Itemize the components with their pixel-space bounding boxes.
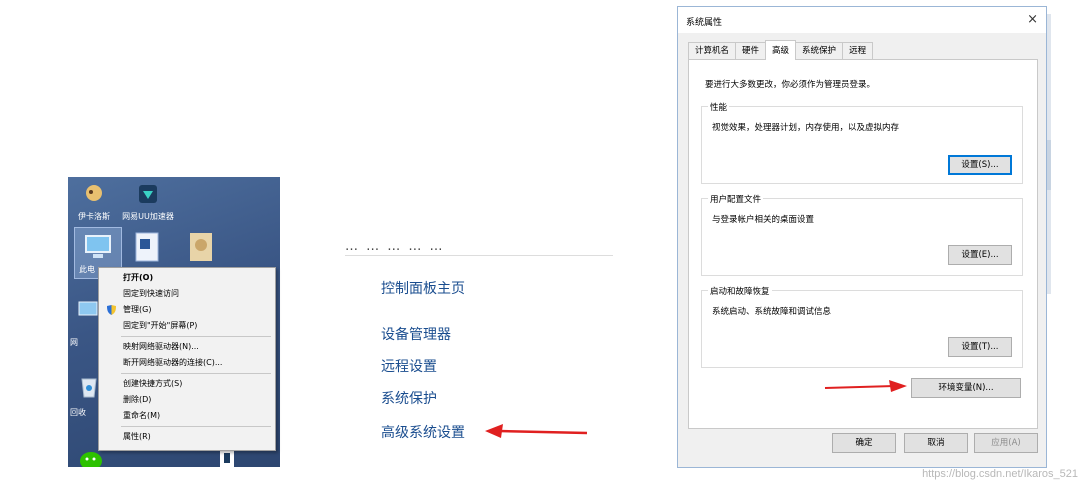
cropped-header-text: … … … … …: [345, 232, 613, 256]
menu-item-label: 管理(G): [123, 305, 152, 314]
tab-strip: 计算机名 硬件 高级 系统保护 远程: [688, 40, 874, 60]
group-description: 视觉效果，处理器计划，内存使用，以及虚拟内存: [712, 123, 900, 133]
menu-separator: [121, 426, 271, 427]
ikaros-app-icon: [86, 185, 102, 201]
performance-group: 性能 视觉效果，处理器计划，内存使用，以及虚拟内存 设置(S)...: [701, 101, 1023, 184]
monitor-icon: [85, 235, 111, 253]
menu-item-label: 映射网络驱动器(N)...: [123, 342, 199, 351]
ok-button[interactable]: 确定: [832, 433, 896, 453]
startup-recovery-settings-button[interactable]: 设置(T)...: [948, 337, 1012, 357]
watermark-text: https://blog.csdn.net/Ikaros_521: [922, 468, 1078, 480]
this-pc-label: 此电: [79, 265, 95, 274]
image-file-icon[interactable]: [188, 231, 216, 263]
red-arrow-left-icon: [485, 424, 588, 438]
uu-booster-icon: [139, 185, 157, 203]
desktop-icon-uu-booster[interactable]: 网易UU加速器: [122, 183, 174, 222]
context-menu-item[interactable]: 固定到快速访问: [99, 286, 275, 302]
performance-settings-button[interactable]: 设置(S)...: [948, 155, 1012, 175]
tab-computer-name[interactable]: 计算机名: [688, 42, 737, 60]
menu-item-label: 固定到"开始"屏幕(P): [123, 321, 198, 330]
menu-item-label: 删除(D): [123, 395, 152, 404]
group-title: 性能: [708, 101, 730, 113]
shield-icon: [107, 305, 116, 315]
user-profiles-group: 用户配置文件 与登录帐户相关的桌面设置 设置(E)...: [701, 193, 1023, 276]
desktop-icon-label: 网易UU加速器: [122, 212, 174, 221]
menu-item-label: 属性(R): [123, 432, 151, 441]
menu-separator: [121, 373, 271, 374]
control-panel-home-link[interactable]: 控制面板主页: [381, 278, 465, 298]
menu-item-label: 创建快捷方式(S): [123, 379, 183, 388]
context-menu-item[interactable]: 属性(R): [99, 429, 275, 445]
context-menu-item[interactable]: 映射网络驱动器(N)...: [99, 339, 275, 355]
context-menu: 打开(O) 固定到快速访问 管理(G) 固定到"开始"屏幕(P) 映射网络驱动器(N).…: [98, 267, 276, 451]
system-protection-link[interactable]: 系统保护: [381, 388, 437, 408]
context-menu-item[interactable]: 断开网络驱动器的连接(C)...: [99, 355, 275, 371]
apply-button[interactable]: 应用(A): [974, 433, 1038, 453]
menu-item-label: 重命名(M): [123, 411, 161, 420]
file-icon[interactable]: [218, 449, 238, 467]
red-arrow-right-icon: [824, 380, 907, 392]
group-description: 系统启动、系统故障和调试信息: [712, 307, 832, 317]
context-menu-item[interactable]: 删除(D): [99, 392, 275, 408]
advanced-system-settings-link[interactable]: 高级系统设置: [381, 422, 465, 442]
menu-item-label: 断开网络驱动器的连接(C)...: [123, 358, 223, 367]
system-properties-dialog: 系统属性 × 计算机名 硬件 高级 系统保护 远程 要进行大多数更改，你必须作为…: [677, 6, 1047, 468]
environment-variables-button[interactable]: 环境变量(N)...: [911, 378, 1021, 398]
group-description: 与登录帐户相关的桌面设置: [712, 215, 815, 225]
dialog-title: 系统属性: [686, 18, 723, 28]
remote-settings-link[interactable]: 远程设置: [381, 356, 437, 376]
cancel-button[interactable]: 取消: [904, 433, 968, 453]
context-menu-item[interactable]: 管理(G): [99, 302, 275, 318]
recycle-bin-icon[interactable]: [78, 373, 100, 399]
menu-item-label: 打开(O): [123, 273, 154, 282]
context-menu-item[interactable]: 创建快捷方式(S): [99, 376, 275, 392]
tab-hardware[interactable]: 硬件: [735, 42, 767, 60]
desktop-icon-ikaros[interactable]: 伊卡洛斯: [68, 183, 120, 222]
user-profiles-settings-button[interactable]: 设置(E)...: [948, 245, 1012, 265]
menu-item-label: 固定到快速访问: [123, 289, 179, 298]
context-menu-item[interactable]: 打开(O): [99, 270, 275, 286]
menu-separator: [121, 336, 271, 337]
word-document-icon[interactable]: [134, 231, 162, 263]
context-menu-item[interactable]: 固定到"开始"屏幕(P): [99, 318, 275, 334]
device-manager-link[interactable]: 设备管理器: [381, 324, 451, 344]
dialog-titlebar: 系统属性 ×: [678, 7, 1046, 33]
context-menu-item[interactable]: 重命名(M): [99, 408, 275, 424]
admin-note: 要进行大多数更改，你必须作为管理员登录。: [705, 80, 876, 90]
background-window-edge-accent: [1047, 140, 1051, 190]
group-title: 用户配置文件: [708, 193, 764, 205]
tab-advanced[interactable]: 高级: [765, 40, 797, 60]
network-label: 网: [70, 338, 78, 347]
advanced-tab-page: 要进行大多数更改，你必须作为管理员登录。 性能 视觉效果，处理器计划，内存使用，…: [688, 59, 1038, 429]
close-icon[interactable]: ×: [1027, 12, 1038, 27]
desktop-icon-label: 伊卡洛斯: [78, 212, 110, 221]
startup-recovery-group: 启动和故障恢复 系统启动、系统故障和调试信息 设置(T)...: [701, 285, 1023, 368]
control-panel-sidebar: … … … … … 控制面板主页 设备管理器 远程设置 系统保护 高级系统设置: [345, 232, 613, 462]
recycle-bin-label: 回收: [70, 408, 86, 417]
tab-remote[interactable]: 远程: [842, 42, 874, 60]
group-title: 启动和故障恢复: [708, 285, 772, 297]
tab-system-protection[interactable]: 系统保护: [795, 42, 844, 60]
